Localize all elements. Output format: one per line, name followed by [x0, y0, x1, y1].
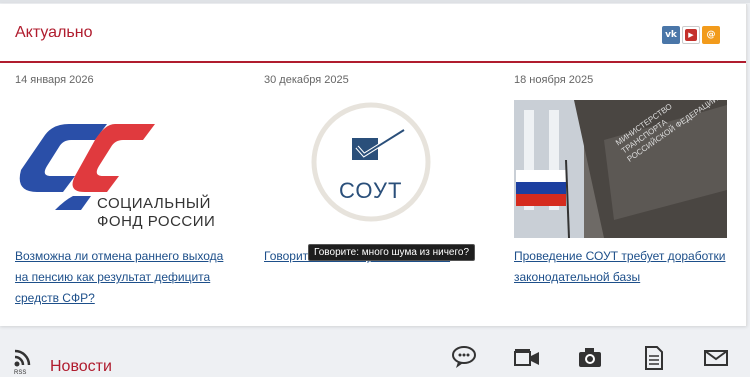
sfr-logo-text-2: ФОНД РОССИИ [97, 213, 216, 230]
social-links: vk ▶ @ [662, 26, 720, 46]
rss-icon[interactable]: RSS [13, 348, 31, 377]
card-image[interactable]: МИНИСТЕРСТВО ТРАНСПОРТА РОССИЙСКОЙ ФЕДЕР… [514, 100, 727, 238]
section-title: Актуально [15, 24, 93, 41]
youtube-icon[interactable]: ▶ [682, 26, 700, 44]
card-date: 18 ноября 2025 [514, 74, 594, 86]
video-icon[interactable] [514, 346, 540, 370]
rss-label: RSS [14, 370, 27, 376]
card-image[interactable]: СОУТ [264, 100, 477, 238]
top-divider [0, 0, 750, 3]
mail-icon[interactable] [704, 346, 730, 370]
sout-logo-text: СОУТ [339, 178, 403, 203]
news-title: Новости [50, 358, 112, 375]
news-card: 14 января 2026 СОЦИАЛЬНЫЙ ФОНД РОССИИ Во… [15, 74, 235, 309]
chat-icon[interactable] [452, 346, 478, 370]
actual-panel: Актуально vk ▶ @ 14 января 2026 СОЦИАЛЬН… [0, 4, 747, 326]
news-card: 18 ноября 2025 МИНИСТЕРСТВО ТРАНСПОРТА Р… [514, 74, 734, 288]
vk-icon[interactable]: vk [662, 26, 680, 44]
card-link[interactable]: Проведение СОУТ требует доработки законо… [514, 246, 734, 288]
sfr-logo-text-1: СОЦИАЛЬНЫЙ [97, 195, 211, 212]
news-card: 30 декабря 2025 СОУТ Говорите: много шум… [264, 74, 484, 267]
tooltip: Говорите: много шума из ничего? [308, 244, 476, 261]
sout-logo [311, 102, 431, 222]
section-divider [0, 61, 746, 63]
card-date: 30 декабря 2025 [264, 74, 349, 86]
card-image[interactable]: СОЦИАЛЬНЫЙ ФОНД РОССИИ [15, 100, 228, 238]
camera-icon[interactable] [578, 346, 604, 370]
document-icon[interactable] [643, 346, 669, 370]
card-date: 14 января 2026 [15, 74, 94, 86]
email-icon[interactable]: @ [702, 26, 720, 44]
card-link[interactable]: Возможна ли отмена раннего выхода на пен… [15, 246, 235, 309]
ministry-photo [514, 100, 727, 238]
